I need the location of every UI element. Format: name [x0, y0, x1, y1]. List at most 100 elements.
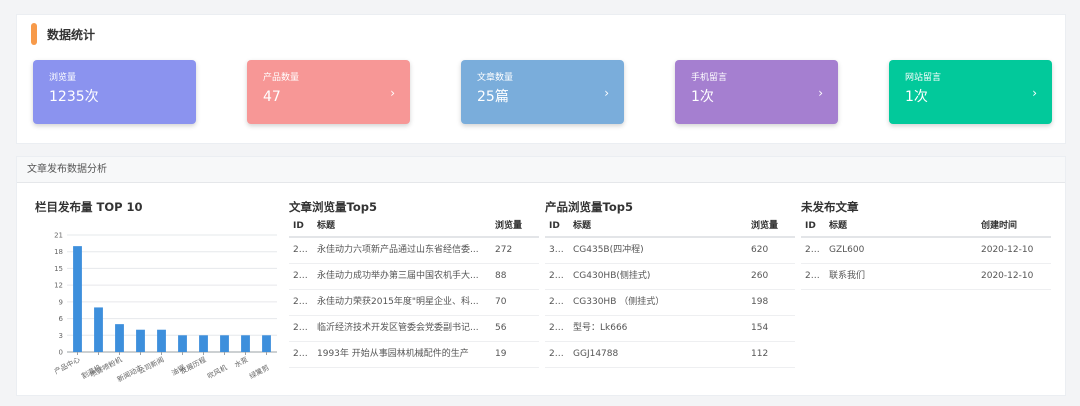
y-tick-label: 21 [54, 232, 63, 240]
table-cell: 19 [491, 341, 539, 368]
stats-title: 数据统计 [47, 27, 96, 42]
table-row[interactable]: 278 联系我们 2020-12-10 [801, 263, 1051, 290]
column-header: ID [545, 217, 569, 238]
bar[interactable] [241, 335, 250, 352]
card-value: 1次 [905, 89, 928, 105]
card-label: 产品数量 [263, 73, 300, 83]
product-views-table: 产品浏览量Top5 ID 标题 浏览量 301 CG435B(四冲程) 620 259 CG… [545, 199, 795, 368]
chevron-right-icon: › [390, 86, 395, 100]
chart-title: 栏目发布量 TOP 10 [35, 200, 143, 214]
y-tick-label: 9 [59, 298, 63, 306]
analysis-panel: 文章发布数据分析 栏目发布量 TOP 10 0 3 6 9 12 15 18 21 产品中心 割灌… [16, 156, 1066, 396]
y-tick-label: 6 [59, 315, 64, 323]
unpublished-articles-table: 未发布文章 ID 标题 创建时间 269 GZL600 2020-12-10 278 联系我… [801, 199, 1051, 290]
card-products[interactable]: 产品数量 47 › [247, 60, 410, 124]
bar[interactable] [136, 329, 145, 352]
bar[interactable] [199, 335, 208, 352]
table-row[interactable]: 287 永佳动力六项新产品通过山东省经信委... 272 [289, 237, 539, 264]
column-header: 创建时间 [977, 217, 1051, 238]
card-site-messages[interactable]: 网站留言 1次 › [889, 60, 1052, 124]
card-value: 25篇 [477, 89, 509, 105]
table-cell: 198 [747, 289, 795, 316]
x-tick-label: 水泵 [233, 355, 250, 370]
table-cell: 291 [289, 341, 313, 368]
chevron-right-icon: › [818, 86, 823, 100]
table-row[interactable]: 241 型号：Lk666 154 [545, 315, 795, 342]
analysis-header: 文章发布数据分析 [17, 157, 1065, 183]
column-header: 标题 [313, 217, 491, 238]
table-cell: 620 [747, 237, 795, 264]
table-cell: 2020-12-10 [977, 263, 1051, 290]
table-cell: 286 [289, 289, 313, 316]
table-row[interactable]: 259 CG430HB(侧挂式) 260 [545, 263, 795, 290]
table-cell: 88 [491, 263, 539, 290]
table-cell: 70 [491, 289, 539, 316]
column-header: 标题 [825, 217, 977, 238]
table-cell: 241 [545, 315, 569, 342]
y-tick-label: 12 [54, 282, 63, 290]
table-cell: 永佳动力成功举办第三届中国农机手大... [313, 263, 491, 290]
table-row[interactable]: 253 GGJ14788 112 [545, 341, 795, 368]
table-cell: 56 [491, 315, 539, 342]
chevron-right-icon: › [1032, 86, 1037, 100]
y-tick-label: 0 [59, 349, 63, 357]
table-cell: 永佳动力六项新产品通过山东省经信委... [313, 237, 491, 264]
table-row[interactable]: 286 永佳动力荣获2015年度"明星企业、科... 70 [289, 289, 539, 316]
table-cell: CG330HB （侧挂式） [569, 289, 747, 316]
table-cell: 301 [545, 237, 569, 264]
card-mobile-messages[interactable]: 手机留言 1次 › [675, 60, 838, 124]
table-row[interactable]: 269 GZL600 2020-12-10 [801, 237, 1051, 264]
table-cell: GZL600 [825, 237, 977, 264]
x-tick-label: 吹风机 [206, 363, 229, 381]
card-value: 1次 [691, 89, 714, 105]
table-cell: 278 [801, 263, 825, 290]
stats-panel: 数据统计 浏览量 1235次 产品数量 47 › 文章数量 25篇 › 手机留言… [16, 14, 1066, 144]
article-views-table: 文章浏览量Top5 ID 标题 浏览量 287 永佳动力六项新产品通过山东省经信委..… [289, 199, 539, 368]
card-value: 47 [263, 89, 281, 105]
x-tick-label: 产品中心 [52, 355, 81, 376]
bar[interactable] [178, 335, 187, 352]
card-pageviews[interactable]: 浏览量 1235次 [33, 60, 196, 124]
table-cell: 269 [801, 237, 825, 264]
bar[interactable] [94, 307, 103, 352]
bar[interactable] [115, 324, 124, 352]
table-row[interactable]: 279 永佳动力成功举办第三届中国农机手大... 88 [289, 263, 539, 290]
table-cell: 259 [545, 263, 569, 290]
card-label: 浏览量 [49, 73, 77, 83]
bar[interactable] [220, 335, 229, 352]
table-cell: 260 [747, 263, 795, 290]
data-table: ID 标题 创建时间 269 GZL600 2020-12-10 278 联系我们 2020-… [801, 217, 1051, 290]
table-cell: 253 [545, 341, 569, 368]
column-header: 标题 [569, 217, 747, 238]
table-cell: 287 [289, 237, 313, 264]
bar[interactable] [262, 335, 271, 352]
bar[interactable] [157, 329, 166, 352]
table-cell: 272 [491, 237, 539, 264]
table-row[interactable]: 291 1993年 开始从事园林机械配件的生产 19 [289, 341, 539, 368]
stats-header: 数据统计 [31, 23, 95, 45]
table-cell: 2020-12-10 [977, 237, 1051, 264]
chevron-right-icon: › [604, 86, 609, 100]
table-cell: 1993年 开始从事园林机械配件的生产 [313, 341, 491, 368]
table-row[interactable]: 301 CG435B(四冲程) 620 [545, 237, 795, 264]
table-cell: 281 [289, 315, 313, 342]
card-label: 手机留言 [691, 73, 728, 83]
column-header: ID [289, 217, 313, 238]
table-cell: 临沂经济技术开发区管委会党委副书记... [313, 315, 491, 342]
table-title: 文章浏览量Top5 [289, 200, 377, 214]
x-tick-label: 绿篱剪 [248, 363, 271, 381]
table-cell: 联系我们 [825, 263, 977, 290]
data-table: ID 标题 浏览量 301 CG435B(四冲程) 620 259 CG430HB(侧挂式)… [545, 217, 795, 368]
y-tick-label: 18 [54, 248, 63, 256]
table-row[interactable]: 258 CG330HB （侧挂式） 198 [545, 289, 795, 316]
data-table: ID 标题 浏览量 287 永佳动力六项新产品通过山东省经信委... 272 279 永佳动… [289, 217, 539, 368]
bar[interactable] [73, 246, 82, 352]
column-header: 浏览量 [747, 217, 795, 238]
table-row[interactable]: 281 临沂经济技术开发区管委会党委副书记... 56 [289, 315, 539, 342]
card-value: 1235次 [49, 89, 99, 105]
table-cell: 112 [747, 341, 795, 368]
bar-chart: 036912151821产品中心割灌机喷雾喷粉机新闻动态公司新闻 油锯发展历程吹风… [52, 232, 277, 384]
table-cell: 258 [545, 289, 569, 316]
y-tick-label: 15 [54, 265, 63, 273]
card-articles[interactable]: 文章数量 25篇 › [461, 60, 624, 124]
